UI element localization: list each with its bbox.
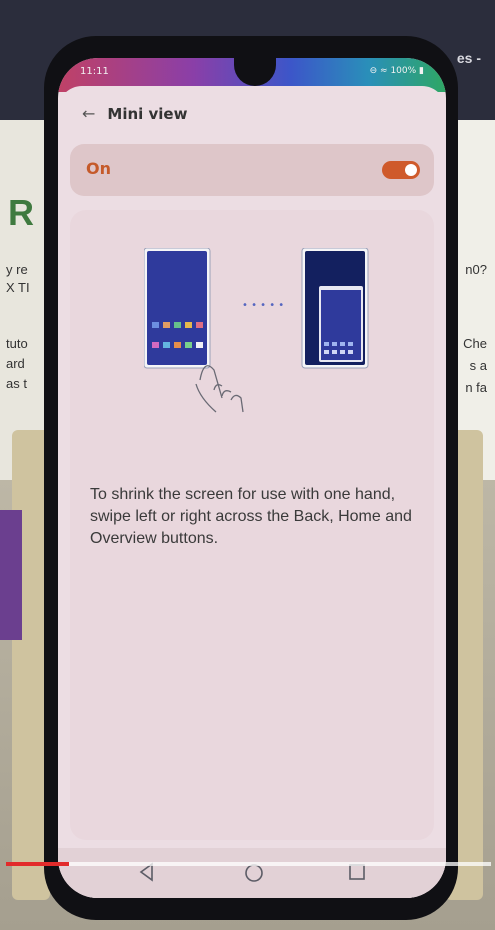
background-text: tuto xyxy=(6,336,28,351)
status-time: 11:11 xyxy=(80,66,109,77)
background-letter: R xyxy=(8,192,34,233)
video-progress-bar[interactable] xyxy=(6,862,491,866)
navigation-bar xyxy=(58,848,446,898)
page-header: ← Mini view xyxy=(82,102,187,126)
background-text: s a xyxy=(469,358,487,373)
background-text: Che xyxy=(463,336,487,351)
background-text: n0? xyxy=(465,262,487,277)
mini-view-switch[interactable] xyxy=(382,161,420,179)
background-text-es: es - xyxy=(456,50,481,66)
video-progress-fill xyxy=(6,862,70,866)
switch-knob xyxy=(405,164,417,176)
background-text: n fa xyxy=(465,380,487,395)
background-object xyxy=(0,510,22,640)
transition-dots: • • • • • xyxy=(242,300,284,311)
help-card: • • • • • To shrink the screen for use w… xyxy=(70,210,434,840)
page-title: Mini view xyxy=(107,105,188,123)
arrow-left-icon[interactable]: ← xyxy=(82,106,95,122)
full-screen-phone-icon xyxy=(144,248,211,369)
home-icon[interactable] xyxy=(244,863,264,883)
mini-view-phone-icon xyxy=(301,248,369,369)
hand-swipe-icon xyxy=(195,365,244,413)
background-text: y re xyxy=(6,262,28,277)
mini-view-illustration: • • • • • xyxy=(144,248,369,413)
phone-screen: 11:11 ⊖ ≈ 100% ▮ ← Mini view On • • • • … xyxy=(58,58,446,898)
mini-view-toggle-row[interactable]: On xyxy=(70,144,434,196)
background-text: ard xyxy=(6,356,25,371)
background-text: X TI xyxy=(6,280,30,295)
toggle-label: On xyxy=(86,159,111,178)
mini-view-description: To shrink the screen for use with one ha… xyxy=(90,486,412,547)
status-icons: ⊖ ≈ 100% ▮ xyxy=(369,66,424,76)
background-text: as t xyxy=(6,376,27,391)
